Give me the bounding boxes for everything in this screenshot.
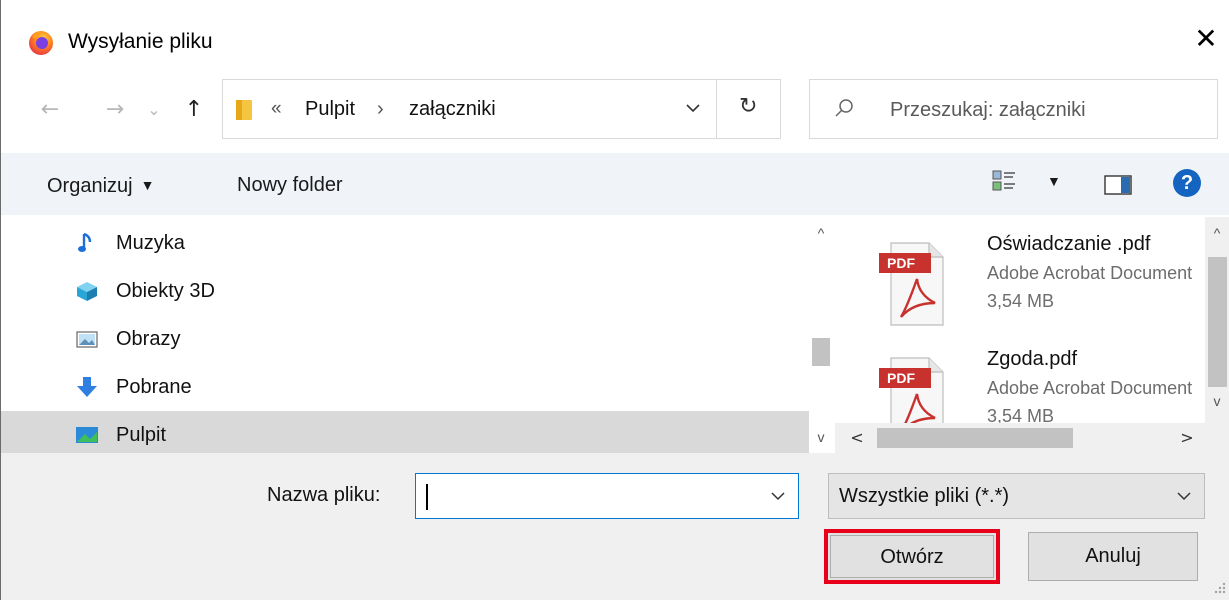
address-dropdown-chevron-icon[interactable] — [684, 99, 702, 117]
file-item[interactable]: PDF Zgoda.pdf Adobe Acrobat Document 3,5… — [835, 332, 1205, 423]
filename-combobox[interactable] — [415, 473, 799, 519]
open-button[interactable]: Otwórz — [824, 529, 1000, 584]
scrollbar-thumb[interactable] — [877, 428, 1073, 448]
up-arrow-icon[interactable]: ↑ — [181, 96, 207, 124]
search-icon — [835, 99, 853, 117]
firefox-icon — [29, 31, 53, 55]
scroll-up-icon[interactable]: ^ — [809, 221, 833, 245]
file-type: Adobe Acrobat Document — [987, 378, 1193, 398]
download-arrow-icon — [77, 377, 97, 397]
help-icon[interactable]: ? — [1173, 169, 1201, 197]
pdf-file-icon: PDF — [879, 242, 944, 326]
pictures-icon — [76, 331, 98, 348]
filetype-selected-value: Wszystkie pliki (*.*) — [839, 485, 1010, 507]
new-folder-button[interactable]: Nowy folder — [237, 172, 343, 198]
pdf-file-icon: PDF — [879, 357, 944, 423]
refresh-icon: ↻ — [739, 94, 758, 119]
dialog-footer: Nazwa pliku: Wszystkie pliki (*.*) Otwór… — [1, 453, 1229, 600]
caret-down-icon: ▼ — [140, 177, 155, 193]
breadcrumb-zalaczniki[interactable]: załączniki — [409, 97, 496, 121]
recent-locations-chevron-icon[interactable]: ⌄ — [141, 96, 167, 124]
navigation-pane-scrollbar[interactable]: ^ v — [809, 217, 833, 453]
music-note-icon — [78, 232, 92, 252]
file-type: Adobe Acrobat Document — [987, 263, 1193, 283]
cancel-button[interactable]: Anuluj — [1028, 532, 1198, 581]
scroll-down-icon[interactable]: v — [1205, 389, 1229, 413]
file-upload-dialog: Wysyłanie pliku ✕ ← → ⌄ ↑ « Pulpit › zał… — [0, 0, 1229, 600]
file-list: PDF Oświadczanie .pdf Adobe Acrobat Docu… — [835, 217, 1205, 423]
pdf-badge-text: PDF — [887, 370, 915, 386]
filename-label: Nazwa pliku: — [267, 484, 381, 506]
scroll-down-icon[interactable]: v — [809, 425, 833, 449]
sidebar-item-label: Obiekty 3D — [116, 280, 215, 302]
resize-grip-icon[interactable] — [1211, 580, 1227, 596]
sidebar-item-label: Obrazy — [116, 328, 181, 350]
breadcrumb-overflow-icon[interactable]: « — [271, 97, 282, 121]
file-name: Oświadczanie .pdf — [987, 233, 1151, 255]
organize-label: Organizuj — [47, 175, 133, 197]
file-name: Zgoda.pdf — [987, 348, 1078, 370]
cancel-button-label: Anuluj — [1085, 545, 1141, 567]
window-title: Wysyłanie pliku — [68, 30, 213, 53]
scrollbar-corner — [1205, 423, 1229, 453]
navigation-pane: Muzyka Obiekty 3D Obrazy Pobrane Pulpit — [1, 217, 833, 453]
sidebar-item-label: Muzyka — [116, 232, 185, 254]
filename-dropdown-chevron-icon[interactable] — [770, 488, 786, 504]
close-icon[interactable]: ✕ — [1191, 24, 1221, 54]
text-cursor — [426, 484, 428, 510]
file-list-horizontal-scrollbar[interactable]: < > — [835, 423, 1205, 453]
command-toolbar: Organizuj ▼ Nowy folder ▼ ? — [1, 153, 1229, 215]
forward-arrow-icon[interactable]: → — [102, 96, 128, 124]
open-button-label: Otwórz — [880, 546, 944, 568]
sidebar-item-label: Pulpit — [116, 424, 167, 446]
scroll-left-icon[interactable]: < — [845, 426, 869, 450]
cube-3d-icon — [77, 282, 97, 301]
organize-button[interactable]: Organizuj ▼ — [47, 172, 154, 199]
sidebar-item-obrazy[interactable]: Obrazy — [1, 315, 809, 363]
sidebar-item-label: Pobrane — [116, 376, 192, 398]
view-dropdown-caret-icon[interactable]: ▼ — [1047, 173, 1061, 189]
view-options-icon[interactable] — [991, 168, 1017, 194]
scroll-right-icon[interactable]: > — [1175, 426, 1199, 450]
scrollbar-thumb[interactable] — [812, 338, 830, 366]
file-list-vertical-scrollbar[interactable]: ^ v — [1205, 217, 1229, 423]
title-bar: Wysyłanie pliku ✕ — [1, 0, 1229, 80]
filetype-select[interactable]: Wszystkie pliki (*.*) — [828, 473, 1205, 519]
search-input[interactable] — [890, 97, 1200, 123]
filetype-dropdown-chevron-icon — [1177, 492, 1191, 501]
sidebar-item-obiekty-3d[interactable]: Obiekty 3D — [1, 267, 809, 315]
search-box[interactable] — [809, 79, 1218, 139]
refresh-button[interactable]: ↻ — [717, 79, 781, 139]
desktop-icon — [76, 427, 98, 443]
pdf-badge-text: PDF — [887, 255, 915, 271]
folder-icon — [236, 100, 252, 120]
sidebar-item-pobrane[interactable]: Pobrane — [1, 363, 809, 411]
back-arrow-icon[interactable]: ← — [37, 96, 63, 124]
filename-input[interactable] — [426, 483, 756, 511]
sidebar-item-muzyka[interactable]: Muzyka — [1, 219, 809, 267]
file-size: 3,54 MB — [987, 406, 1055, 423]
scrollbar-thumb[interactable] — [1208, 257, 1227, 387]
breadcrumb-separator-icon[interactable]: › — [377, 97, 384, 121]
file-size: 3,54 MB — [987, 291, 1055, 311]
scroll-up-icon[interactable]: ^ — [1205, 221, 1229, 245]
breadcrumb-pulpit[interactable]: Pulpit — [305, 97, 355, 121]
sidebar-item-pulpit[interactable]: Pulpit — [1, 411, 809, 453]
file-item[interactable]: PDF Oświadczanie .pdf Adobe Acrobat Docu… — [835, 217, 1205, 332]
preview-pane-icon[interactable] — [1104, 175, 1132, 195]
address-bar[interactable]: « Pulpit › załączniki — [222, 79, 717, 139]
